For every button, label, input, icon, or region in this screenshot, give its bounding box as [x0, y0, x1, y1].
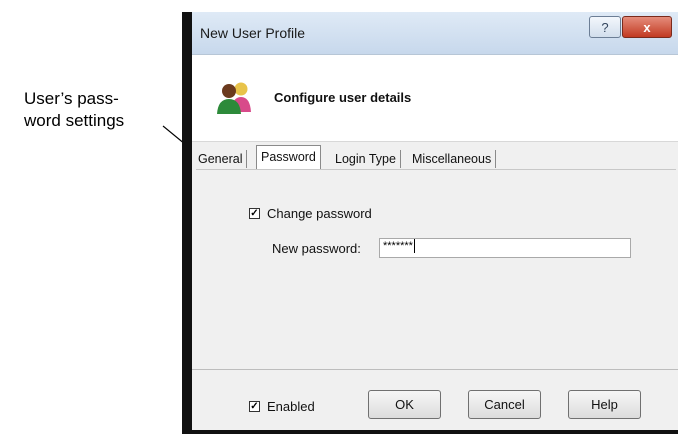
ok-button[interactable]: OK [368, 390, 441, 419]
tab-label: Miscellaneous [412, 152, 492, 166]
tab-miscellaneous[interactable]: Miscellaneous [408, 150, 497, 168]
help-button[interactable]: Help [568, 390, 641, 419]
text-cursor [413, 239, 415, 254]
dialog-content: Configure user details General Password … [192, 55, 678, 430]
tab-password[interactable]: Password [256, 145, 321, 170]
cancel-button[interactable]: Cancel [468, 390, 541, 419]
tab-general[interactable]: General [194, 150, 248, 168]
window-title: New User Profile [200, 25, 306, 41]
question-icon: ? [601, 19, 609, 35]
help-title-button[interactable]: ? [589, 16, 621, 38]
new-password-field[interactable]: ******* [379, 238, 631, 258]
cancel-button-label: Cancel [484, 397, 525, 412]
dialog-footer: ✓ Enabled OK Cancel Help [192, 369, 678, 430]
change-password-checkbox[interactable]: ✓ [249, 208, 260, 219]
title-bar[interactable]: New User Profile ? x [192, 12, 678, 55]
dialog-header: Configure user details [192, 55, 678, 142]
tab-label: Password [261, 150, 316, 164]
users-icon [217, 82, 251, 114]
enabled-checkbox[interactable]: ✓ [249, 401, 260, 412]
close-icon: x [643, 19, 651, 35]
close-button[interactable]: x [622, 16, 672, 38]
new-password-value: ******* [383, 240, 413, 252]
tab-login-type[interactable]: Login Type [331, 150, 401, 168]
new-password-label: New password: [272, 241, 361, 256]
dialog-window: New User Profile ? x Configure user deta… [182, 12, 678, 434]
ok-button-label: OK [395, 397, 414, 412]
password-tab-panel [196, 169, 676, 370]
change-password-label: Change password [267, 206, 372, 221]
help-button-label: Help [591, 397, 618, 412]
tab-label: Login Type [335, 152, 396, 166]
enabled-label: Enabled [267, 399, 315, 414]
header-title: Configure user details [274, 90, 412, 105]
tab-label: General [198, 152, 243, 166]
tab-strip: General Password Login Type Miscellaneou… [192, 141, 678, 170]
